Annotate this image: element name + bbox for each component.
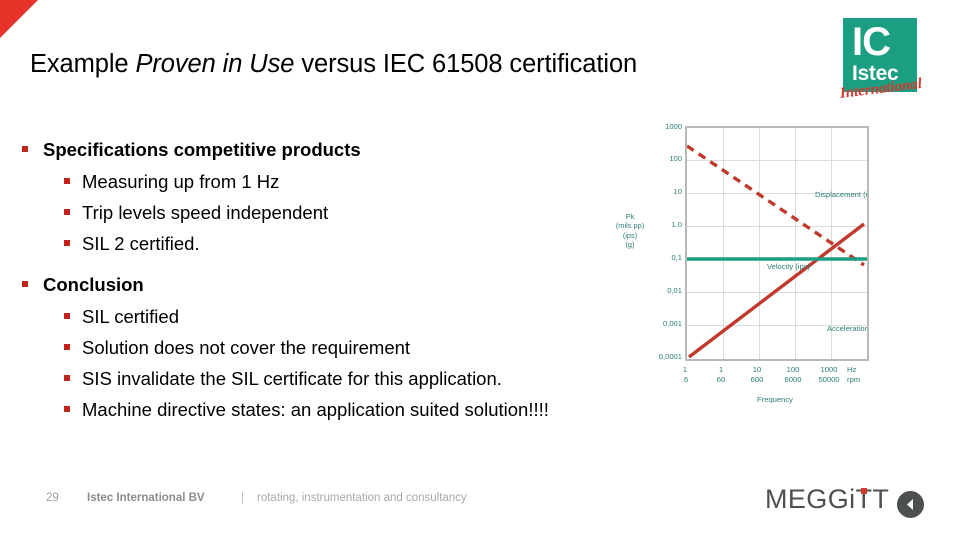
series-line-acceleration (687, 222, 866, 359)
footer-separator: | (241, 492, 244, 504)
series-annotation-acceleration: Acceleration (G) (827, 324, 869, 333)
page-number: 29 (46, 492, 59, 504)
footer-company-name: Istec International BV (87, 492, 205, 504)
bullet-level2: Solution does not cover the requirement (64, 332, 662, 363)
bullet-level2-label: SIL certified (82, 306, 179, 327)
back-button[interactable] (897, 491, 924, 518)
square-bullet-icon (64, 178, 70, 184)
series-line-displacement (687, 144, 865, 267)
series-annotation-displacement: Displacement (mils pp) (815, 190, 867, 199)
red-corner-accent (0, 0, 38, 38)
bullet-level2-label: Solution does not cover the requirement (82, 337, 411, 358)
y-axis-tick: 0,1 (671, 253, 682, 262)
square-bullet-icon (64, 313, 70, 319)
square-bullet-icon (64, 344, 70, 350)
title-text-trailing: versus IEC 61508 certification (294, 50, 638, 78)
arrow-left-icon (907, 499, 913, 510)
y-axis-tick: 10 (673, 187, 682, 196)
bullet-content: Specifications competitive products Meas… (22, 134, 662, 429)
y-axis-tick: 1000 (665, 122, 682, 131)
y-axis-tick: 100 (669, 154, 682, 163)
y-axis-tick: 0,001 (662, 319, 682, 328)
content-block-specifications: Specifications competitive products Meas… (22, 134, 662, 259)
x-axis-tick: 1000 50000 (807, 365, 851, 385)
x-axis-units: Hz rpm (847, 365, 891, 385)
bullet-level2-label: Measuring up from 1 Hz (82, 171, 280, 192)
page-title: Example Proven in Use versus IEC 61508 c… (30, 48, 770, 80)
content-block-conclusion: Conclusion SIL certified Solution does n… (22, 269, 662, 425)
bullet-level2: SIL 2 certified. (64, 228, 662, 259)
bullet-level2: Measuring up from 1 Hz (64, 166, 662, 197)
x-axis-unit-rpm: rpm (847, 375, 861, 384)
bullet-level2-label: SIS invalidate the SIL certificate for t… (82, 368, 502, 389)
y-axis-tick: 0,01 (667, 286, 682, 295)
y-axis-label-line: (ips) (622, 230, 638, 240)
istec-logo: IC Istec International (839, 18, 923, 102)
square-bullet-icon (22, 281, 28, 287)
x-axis-tick-hz: 1000 (820, 365, 838, 374)
slide-footer: 29 Istec International BV | rotating, in… (0, 482, 960, 540)
slide-canvas: Example Proven in Use versus IEC 61508 c… (0, 0, 960, 540)
y-axis-label-line: (g) (625, 239, 635, 249)
square-bullet-icon (64, 209, 70, 215)
square-bullet-icon (22, 146, 28, 152)
vibration-nomograph-chart: Pk (mils pp) (ips) (g) 1000 100 10 1.0 0… (600, 112, 960, 412)
bullet-level2: SIL certified (64, 301, 662, 332)
logo-ic-text: IC (852, 20, 891, 64)
square-bullet-icon (64, 375, 70, 381)
meggitt-logo-accent-dot (861, 488, 867, 494)
bullet-level2: Trip levels speed independent (64, 197, 662, 228)
x-axis-tick-rpm: 50000 (818, 375, 840, 384)
chart-y-axis-label: Pk (mils pp) (ips) (g) (602, 212, 658, 249)
chart-plot-area: Displacement (mils pp) Velocity (ips) Ac… (685, 126, 869, 361)
bullet-level1: Conclusion (22, 269, 662, 300)
title-text-leading: Example (30, 50, 136, 78)
y-axis-tick: 0,0001 (658, 352, 682, 361)
square-bullet-icon (64, 240, 70, 246)
footer-tagline: rotating, instrumentation and consultanc… (257, 492, 467, 504)
bullet-level2-label: Machine directive states: an application… (82, 399, 549, 420)
bullet-level1-label: Conclusion (43, 274, 144, 295)
bullet-level2-label: SIL 2 certified. (82, 233, 200, 254)
title-text-emphasis: Proven in Use (135, 50, 295, 78)
bullet-level1-label: Specifications competitive products (43, 139, 361, 160)
series-annotation-velocity: Velocity (ips) (767, 262, 811, 271)
bullet-level2-label: Trip levels speed independent (82, 202, 329, 223)
chart-x-axis-label: Frequency (757, 395, 793, 404)
y-axis-tick: 1.0 (671, 220, 682, 229)
square-bullet-icon (64, 406, 70, 412)
bullet-level2: Machine directive states: an application… (64, 394, 662, 425)
bullet-level2: SIS invalidate the SIL certificate for t… (64, 363, 662, 394)
bullet-level1: Specifications competitive products (22, 134, 662, 165)
x-axis-unit-hz: Hz (847, 365, 857, 374)
meggitt-logo: MEGGiTT (765, 484, 890, 514)
